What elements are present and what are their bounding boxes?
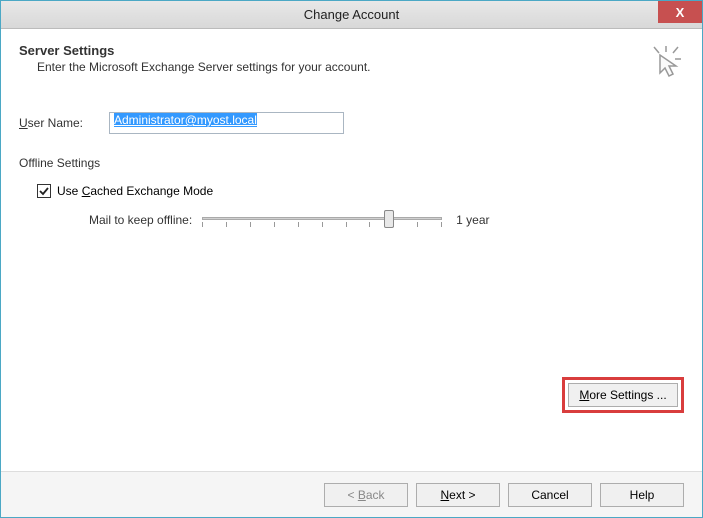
window-title: Change Account	[304, 7, 399, 22]
next-button[interactable]: Next >	[416, 483, 500, 507]
page-subtitle: Enter the Microsoft Exchange Server sett…	[19, 60, 371, 74]
username-input[interactable]: Administrator@myost.local	[109, 112, 344, 134]
cached-mode-label: Use Cached Exchange Mode	[57, 184, 213, 198]
slider-track	[202, 217, 442, 220]
header-text: Server Settings Enter the Microsoft Exch…	[19, 43, 371, 74]
cursor-click-icon	[648, 43, 684, 82]
content-area: Server Settings Enter the Microsoft Exch…	[1, 29, 702, 471]
slider-thumb[interactable]	[384, 210, 394, 228]
wizard-button-bar: < Back Next > Cancel Help	[1, 471, 702, 517]
close-icon: X	[676, 5, 685, 20]
more-settings-button[interactable]: More Settings ...	[568, 383, 678, 407]
help-button[interactable]: Help	[600, 483, 684, 507]
change-account-window: Change Account X Server Settings Enter t…	[0, 0, 703, 518]
checkmark-icon	[39, 186, 49, 196]
username-row: User Name: Administrator@myost.local	[19, 112, 684, 134]
username-value: Administrator@myost.local	[114, 113, 257, 127]
page-header: Server Settings Enter the Microsoft Exch…	[19, 43, 684, 82]
back-button: < Back	[324, 483, 408, 507]
offline-settings-title: Offline Settings	[19, 156, 684, 170]
mail-offline-slider-row: Mail to keep offline: 1 year	[89, 208, 684, 232]
cancel-button[interactable]: Cancel	[508, 483, 592, 507]
cached-mode-row: Use Cached Exchange Mode	[37, 184, 684, 198]
more-settings-highlight: More Settings ...	[562, 377, 684, 413]
close-button[interactable]: X	[658, 1, 702, 23]
username-label: User Name:	[19, 116, 109, 130]
slider-label: Mail to keep offline:	[89, 213, 192, 227]
slider-ticks	[202, 222, 442, 228]
slider-value: 1 year	[456, 213, 489, 227]
titlebar: Change Account X	[1, 1, 702, 29]
page-title: Server Settings	[19, 43, 371, 58]
form-area: User Name: Administrator@myost.local Off…	[19, 112, 684, 232]
mail-offline-slider[interactable]	[202, 208, 442, 232]
cached-mode-checkbox[interactable]	[37, 184, 51, 198]
